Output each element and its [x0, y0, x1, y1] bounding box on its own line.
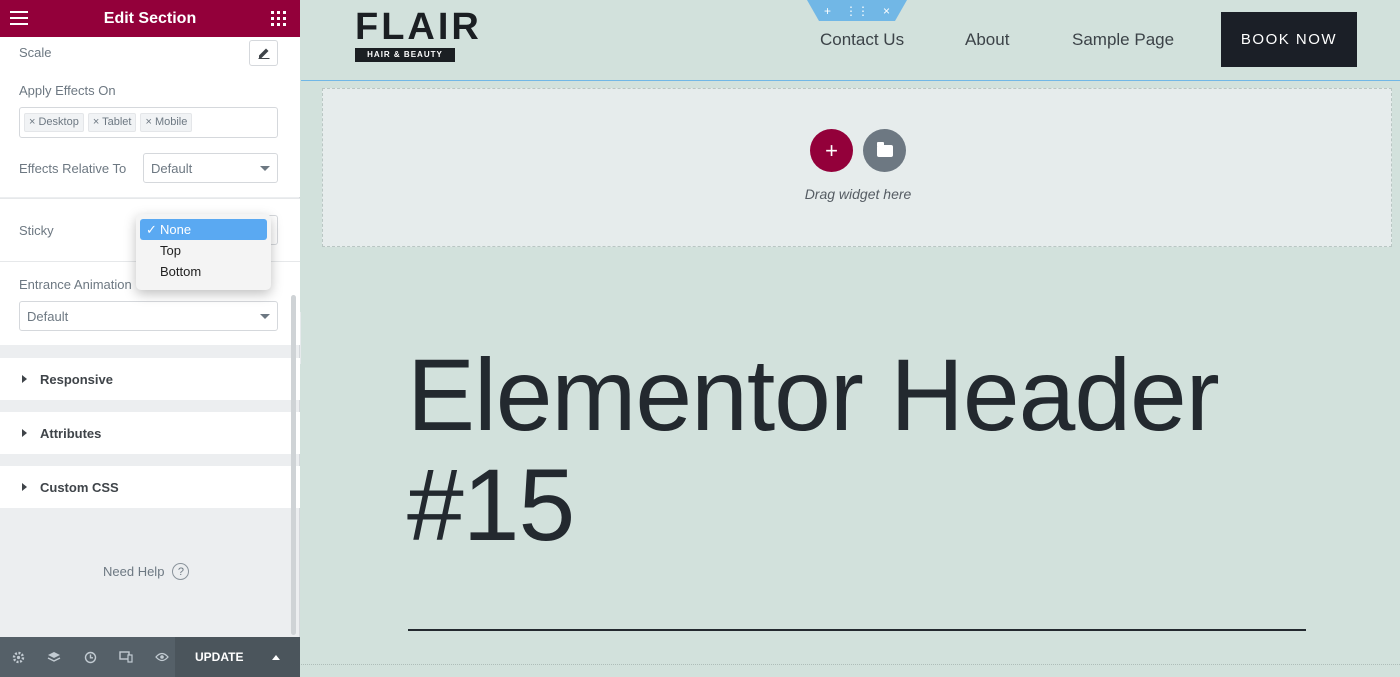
- scale-edit-button[interactable]: [249, 40, 278, 66]
- page-preview: FLAIR HAIR & BEAUTY Contact Us About Sam…: [301, 0, 1400, 677]
- caret-right-icon: [22, 483, 27, 491]
- sticky-option-bottom[interactable]: Bottom: [140, 261, 267, 282]
- caret-right-icon: [22, 429, 27, 437]
- tag-label: Mobile: [154, 116, 188, 128]
- add-new-section-button[interactable]: +: [810, 129, 853, 172]
- check-icon: ✓: [146, 222, 157, 237]
- panel-header: Edit Section: [0, 0, 300, 37]
- hero-heading[interactable]: Elementor Header #15: [407, 340, 1307, 560]
- entrance-animation-label: Entrance Animation: [19, 277, 132, 292]
- nav-sample-page[interactable]: Sample Page: [1072, 30, 1174, 50]
- tag-label: Tablet: [102, 116, 132, 128]
- accordion-label: Custom CSS: [40, 479, 119, 495]
- logo-tagline: HAIR & BEAUTY: [355, 48, 455, 62]
- chevron-down-icon: [260, 314, 270, 319]
- update-button[interactable]: UPDATE: [175, 637, 300, 677]
- logo-wordmark: FLAIR: [355, 6, 482, 48]
- option-label: None: [160, 222, 192, 237]
- section-outline: [301, 664, 1400, 677]
- tag-mobile[interactable]: × Mobile: [140, 113, 193, 132]
- accordion-label: Responsive: [40, 371, 113, 387]
- nav-contact-us[interactable]: Contact Us: [820, 30, 904, 50]
- widget-drop-zone[interactable]: + Drag widget here: [322, 88, 1392, 247]
- drag-widget-hint: Drag widget here: [804, 186, 912, 202]
- add-section-icon[interactable]: +: [824, 4, 831, 18]
- accordion-custom-css[interactable]: Custom CSS: [0, 466, 300, 508]
- tag-label: Desktop: [38, 116, 79, 128]
- pencil-icon: [258, 48, 269, 59]
- option-label: Top: [160, 243, 181, 258]
- accordion-responsive[interactable]: Responsive: [0, 358, 300, 400]
- help-icon: ?: [172, 563, 190, 580]
- sticky-dropdown-menu: ✓ None Top Bottom: [136, 214, 271, 290]
- effects-relative-select[interactable]: Default: [143, 153, 278, 183]
- update-label: UPDATE: [195, 650, 244, 664]
- editor-panel: Edit Section Scale Apply Effects On × De…: [0, 0, 300, 677]
- accordion-label: Attributes: [40, 425, 102, 441]
- book-now-button[interactable]: BOOK NOW: [1221, 12, 1357, 67]
- widgets-grid-icon[interactable]: [271, 11, 286, 26]
- panel-footer: UPDATE: [0, 637, 300, 677]
- scale-label: Scale: [19, 45, 52, 60]
- panel-title: Edit Section: [103, 9, 197, 27]
- site-logo[interactable]: FLAIR HAIR & BEAUTY: [355, 6, 482, 62]
- effects-relative-label: Effects Relative To: [19, 161, 127, 176]
- hero-divider: [408, 629, 1306, 631]
- add-template-button[interactable]: [863, 129, 906, 172]
- history-icon[interactable]: [72, 637, 108, 677]
- panel-scrollbar[interactable]: [291, 295, 296, 635]
- nav-about[interactable]: About: [965, 30, 1009, 50]
- caret-right-icon: [22, 375, 27, 383]
- tag-tablet[interactable]: × Tablet: [87, 113, 137, 132]
- apply-effects-label: Apply Effects On: [19, 83, 116, 98]
- hero-line-2: #15: [407, 448, 575, 562]
- chevron-down-icon: [260, 166, 270, 171]
- section-handle: + ⋮⋮ ×: [807, 0, 907, 21]
- tag-desktop[interactable]: × Desktop: [24, 113, 84, 132]
- need-help-label: Need Help: [103, 564, 165, 579]
- caret-up-icon[interactable]: [272, 654, 280, 660]
- panel-body: Scale Apply Effects On × Desktop × Table…: [0, 37, 300, 637]
- need-help-link[interactable]: Need Help ?: [103, 563, 190, 580]
- navigator-layers-icon[interactable]: [36, 637, 72, 677]
- drag-section-icon[interactable]: ⋮⋮: [845, 4, 869, 18]
- menu-icon[interactable]: [10, 11, 28, 25]
- select-value: Default: [151, 161, 193, 176]
- select-value: Default: [27, 309, 69, 324]
- folder-icon: [876, 141, 893, 157]
- apply-effects-field[interactable]: × Desktop × Tablet × Mobile: [19, 107, 278, 138]
- accordion-attributes[interactable]: Attributes: [0, 412, 300, 454]
- delete-section-icon[interactable]: ×: [883, 4, 890, 18]
- option-label: Bottom: [160, 264, 202, 279]
- responsive-mode-icon[interactable]: [108, 637, 144, 677]
- settings-gear-icon[interactable]: [0, 637, 36, 677]
- sticky-option-top[interactable]: Top: [140, 240, 267, 261]
- site-header[interactable]: FLAIR HAIR & BEAUTY Contact Us About Sam…: [301, 0, 1400, 81]
- sticky-label: Sticky: [19, 223, 54, 238]
- sticky-option-none[interactable]: ✓ None: [140, 219, 267, 240]
- entrance-animation-select[interactable]: Default: [19, 301, 278, 331]
- hero-line-1: Elementor Header: [407, 338, 1220, 452]
